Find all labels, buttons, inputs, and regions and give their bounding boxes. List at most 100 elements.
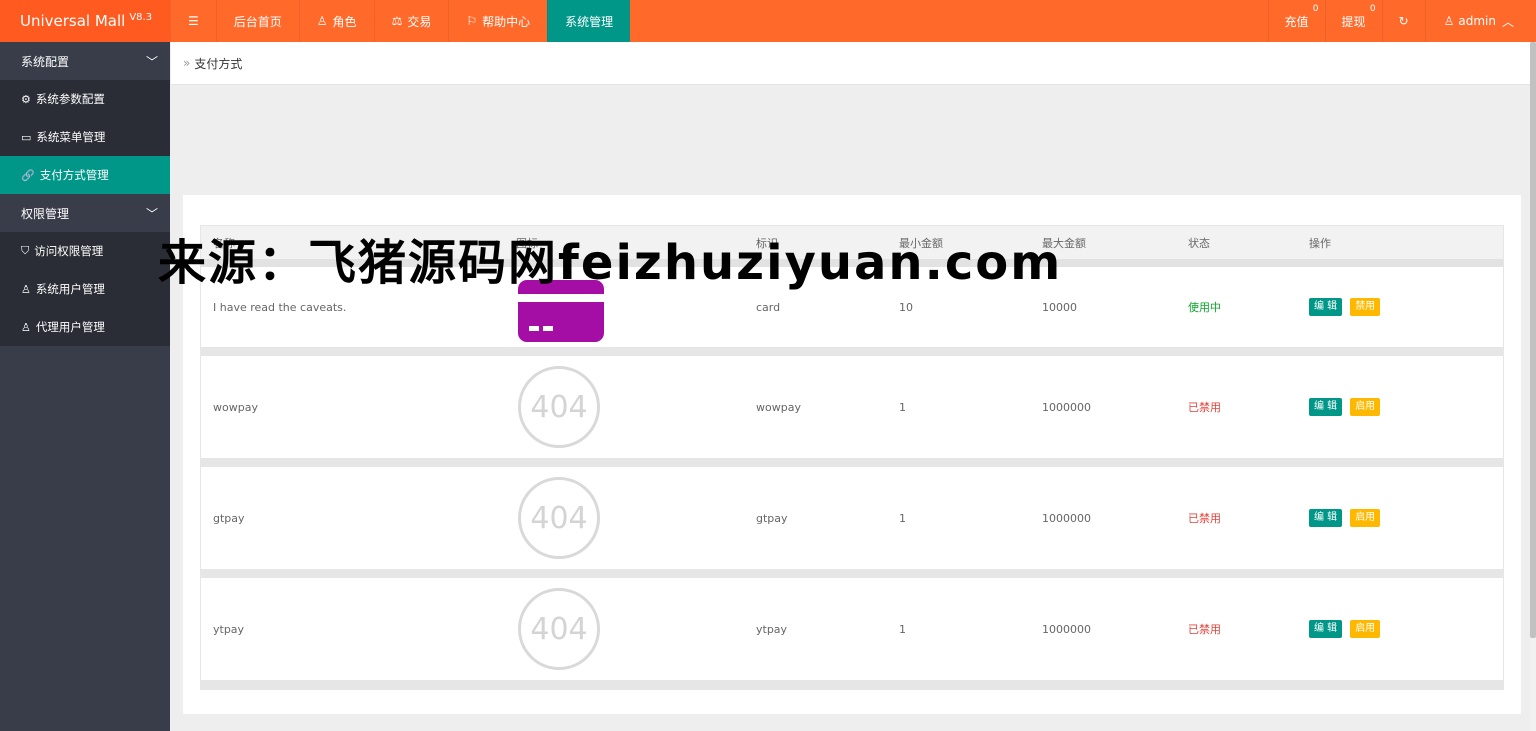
col-code: 标识 (756, 236, 778, 250)
withdraw-label: 提现 (1341, 14, 1366, 29)
breadcrumb-current: 支付方式 (194, 56, 243, 71)
user-icon: ♙ (316, 14, 328, 28)
sidebar-item-menus[interactable]: ▭ 系统菜单管理 (0, 118, 170, 156)
sidebar-item-agents[interactable]: ♙ 代理用户管理 (0, 308, 170, 346)
chevron-up-icon: ︿ (1501, 14, 1514, 29)
row-icon: 404 (504, 588, 744, 670)
table-row: wowpay 404 wowpay 1 1000000 已禁用 编 辑 启用 (201, 356, 1503, 467)
row-status: 已禁用 (1188, 623, 1221, 636)
scrollbar-thumb[interactable] (1530, 42, 1536, 638)
col-min: 最小金额 (899, 236, 943, 250)
breadcrumb: » 支付方式 (171, 42, 1531, 85)
table-header: 名称 图标 标识 最小金额 最大金额 状态 操作 (201, 226, 1503, 267)
row-icon: 404 (504, 366, 744, 448)
payment-table: 名称 图标 标识 最小金额 最大金额 状态 操作 I have read the… (200, 225, 1504, 690)
row-min: 1 (899, 511, 906, 525)
recharge-label: 充值 (1284, 14, 1309, 29)
users-icon: ♙ (21, 320, 31, 334)
sidebar-item-access[interactable]: ⛉ 访问权限管理 (0, 232, 170, 270)
row-min: 10 (899, 300, 913, 314)
sidebar-item-payment[interactable]: 🔗 支付方式管理 (0, 156, 170, 194)
table-row: ytpay 404 ytpay 1 1000000 已禁用 编 辑 启用 (201, 578, 1503, 689)
sidebar-group-label: 系统配置 (21, 54, 70, 69)
row-min: 1 (899, 400, 906, 414)
flag-icon: ⚐ (466, 14, 478, 28)
nav-home-label: 后台首页 (233, 14, 282, 29)
menu-toggle-button[interactable]: ☰ (170, 0, 216, 42)
row-actions: 编 辑 禁用 (1297, 298, 1503, 316)
nav-home[interactable]: 后台首页 (215, 0, 299, 42)
user-menu[interactable]: ♙ admin ︿ (1424, 0, 1536, 42)
withdraw-button[interactable]: 提现 0 (1324, 0, 1382, 42)
sidebar-item-label: 代理用户管理 (35, 320, 105, 334)
menu-icon: ☰ (188, 14, 199, 28)
table-row: gtpay 404 gtpay 1 1000000 已禁用 编 辑 启用 (201, 467, 1503, 578)
row-actions: 编 辑 启用 (1297, 398, 1503, 416)
toggle-status-button[interactable]: 启用 (1350, 620, 1381, 638)
edit-button[interactable]: 编 辑 (1309, 620, 1343, 638)
row-max: 1000000 (1042, 400, 1091, 414)
toggle-status-button[interactable]: 启用 (1350, 398, 1381, 416)
col-icon: 图标 (516, 236, 538, 250)
col-name: 名称 (213, 236, 235, 250)
row-code: ytpay (756, 622, 788, 636)
row-name: ytpay (213, 622, 245, 636)
toggle-status-button[interactable]: 启用 (1350, 509, 1381, 527)
gear-icon: ⚙ (21, 92, 31, 106)
sidebar-item-label: 访问权限管理 (34, 244, 104, 258)
row-actions: 编 辑 启用 (1297, 509, 1503, 527)
table-row: I have read the caveats. card 10 10000 使… (201, 267, 1503, 356)
row-name: wowpay (213, 400, 258, 414)
chevron-down-icon: ﹀ (145, 54, 158, 69)
app-name: Universal Mall (20, 12, 126, 30)
row-icon (504, 270, 744, 345)
user-icon: ♙ (21, 282, 31, 296)
edit-button[interactable]: 编 辑 (1309, 509, 1343, 527)
app-logo[interactable]: Universal Mall V8.3 (0, 0, 170, 42)
window-icon: ▭ (21, 130, 32, 144)
sidebar-item-label: 系统参数配置 (35, 92, 105, 106)
top-header: Universal Mall V8.3 ☰ 后台首页 ♙ 角色 ⚖ 交易 ⚐ 帮… (0, 0, 1536, 42)
edit-button[interactable]: 编 辑 (1309, 398, 1343, 416)
toggle-status-button[interactable]: 禁用 (1350, 298, 1381, 316)
nav-trade[interactable]: ⚖ 交易 (373, 0, 449, 42)
top-right-actions: 充值 0 提现 0 ↻ ♙ admin ︿ (1267, 0, 1536, 42)
content-card: 名称 图标 标识 最小金额 最大金额 状态 操作 I have read the… (183, 195, 1521, 714)
col-max: 最大金额 (1042, 236, 1086, 250)
nav-system-label: 系统管理 (565, 14, 614, 29)
recharge-button[interactable]: 充值 0 (1267, 0, 1325, 42)
user-name: admin (1458, 14, 1496, 28)
credit-card-icon (518, 279, 604, 342)
sidebar-item-params[interactable]: ⚙ 系统参数配置 (0, 80, 170, 118)
missing-image-icon: 404 (518, 477, 600, 559)
missing-image-icon: 404 (518, 588, 600, 670)
refresh-icon: ↻ (1398, 14, 1409, 28)
refresh-button[interactable]: ↻ (1381, 0, 1425, 42)
nav-role[interactable]: ♙ 角色 (298, 0, 374, 42)
row-max: 1000000 (1042, 511, 1091, 525)
sidebar-item-label: 系统菜单管理 (36, 130, 106, 144)
edit-button[interactable]: 编 辑 (1309, 298, 1343, 316)
sidebar-group-permissions[interactable]: 权限管理 ﹀ (0, 194, 170, 232)
sidebar-item-sys-users[interactable]: ♙ 系统用户管理 (0, 270, 170, 308)
chevron-down-icon: ﹀ (145, 206, 158, 221)
sidebar-group-system-config[interactable]: 系统配置 ﹀ (0, 42, 170, 80)
row-status: 已禁用 (1188, 512, 1221, 525)
row-actions: 编 辑 启用 (1297, 620, 1503, 638)
nav-help-label: 帮助中心 (482, 14, 531, 29)
link-icon: 🔗 (21, 168, 35, 182)
row-min: 1 (899, 622, 906, 636)
user-icon: ♙ (1443, 14, 1455, 28)
row-max: 10000 (1042, 300, 1077, 314)
shield-icon: ⛉ (21, 244, 30, 257)
row-status: 使用中 (1188, 301, 1221, 314)
sidebar-item-label: 系统用户管理 (35, 282, 105, 296)
sidebar-item-label: 支付方式管理 (39, 168, 109, 182)
row-icon: 404 (504, 477, 744, 559)
col-actions: 操作 (1309, 236, 1331, 250)
row-code: card (756, 300, 781, 314)
nav-role-label: 角色 (332, 14, 357, 29)
nav-system[interactable]: 系统管理 (547, 0, 631, 42)
nav-help[interactable]: ⚐ 帮助中心 (448, 0, 547, 42)
row-status: 已禁用 (1188, 401, 1221, 414)
